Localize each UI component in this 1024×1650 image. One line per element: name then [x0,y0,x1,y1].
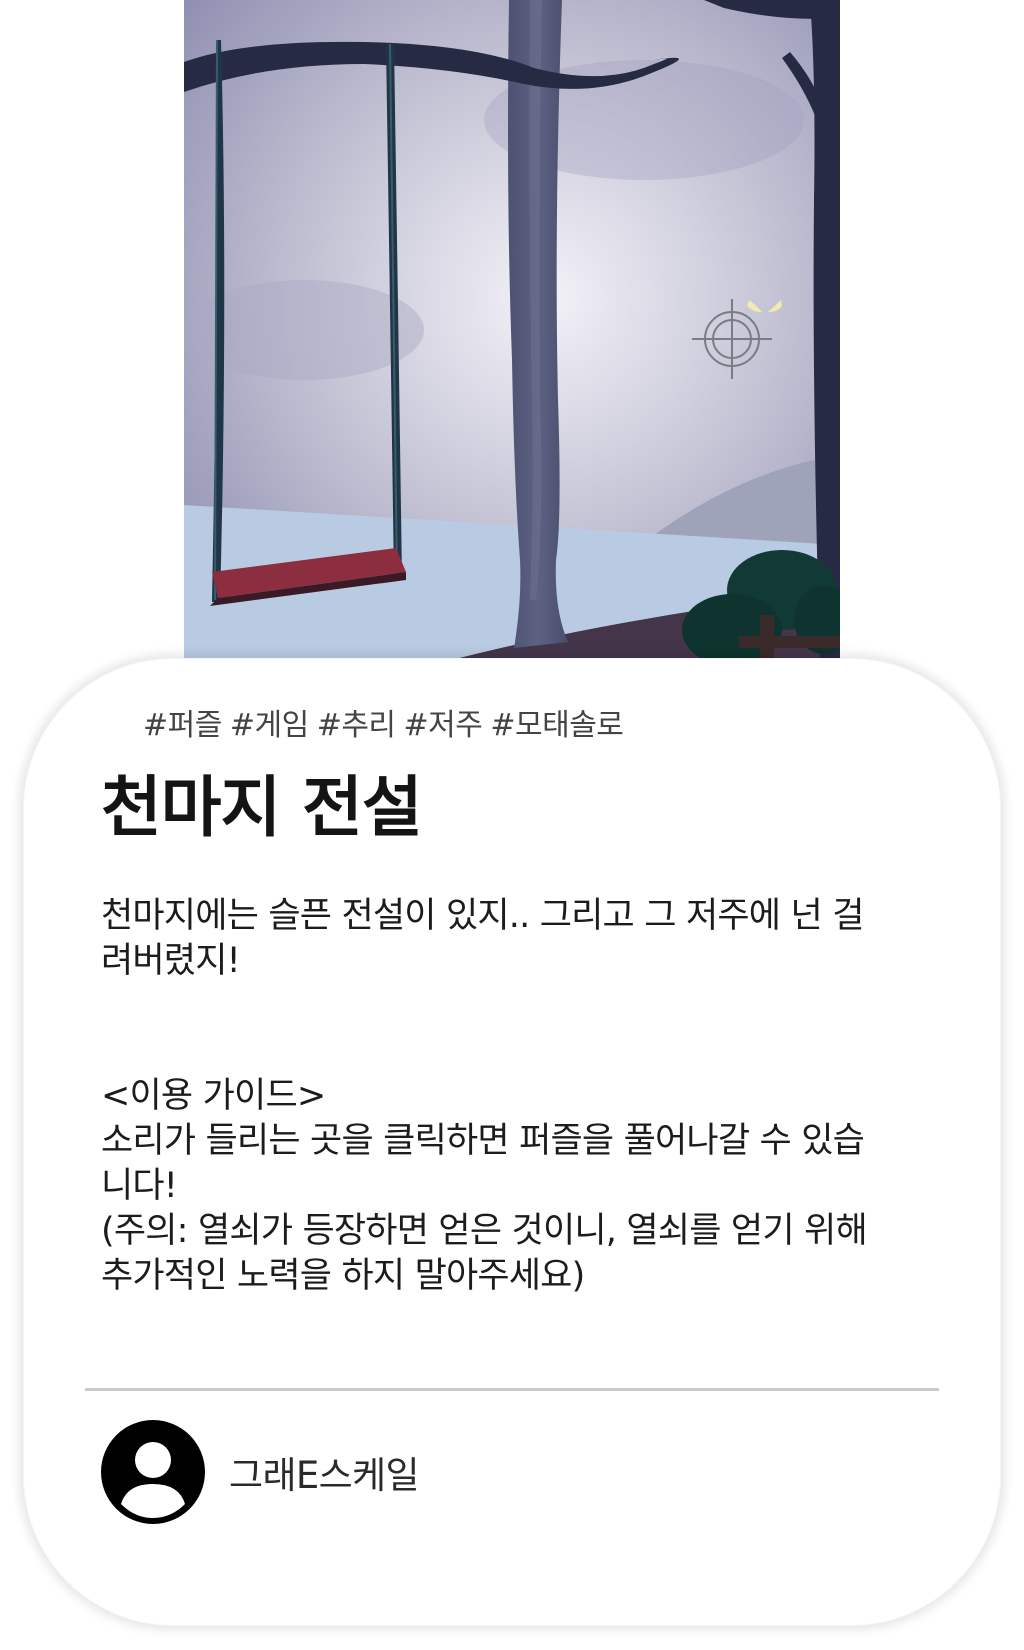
author-info[interactable]: 그래E스케일 [99,1418,420,1526]
guide-line: 소리가 들리는 곳을 클릭하면 퍼즐을 풀어나갈 수 있습니다! [101,1121,865,1206]
post-card: #퍼즐 #게임 #추리 #저주 #모태솔로 천마지 전설 천마지에는 슬픈 전설… [23,658,1001,1626]
tag[interactable]: #추리 [317,700,396,744]
tag[interactable]: #게임 [230,700,309,744]
guide-note: (주의: 열쇠가 등장하면 얻은 것이니, 열쇠를 얻기 위해 추가적인 노력을… [101,1211,868,1296]
divider [85,1388,939,1391]
tag[interactable]: #퍼즐 [143,700,222,744]
tag-list: #퍼즐 #게임 #추리 #저주 #모태솔로 [143,700,624,744]
tag[interactable]: #저주 [404,700,483,744]
author-name[interactable]: 그래E스케일 [229,1445,420,1499]
game-scene[interactable] [184,0,840,662]
user-avatar-icon[interactable] [99,1418,207,1526]
post-title: 천마지 전설 [101,769,423,846]
game-canvas[interactable] [184,0,840,662]
tag[interactable]: #모태솔로 [490,700,624,744]
post-description: 천마지에는 슬픈 전설이 있지.. 그리고 그 저주에 넌 걸려버렸지! [101,896,864,981]
page: #퍼즐 #게임 #추리 #저주 #모태솔로 천마지 전설 천마지에는 슬픈 전설… [0,0,1024,1650]
signpost-board [739,636,840,648]
usage-guide: <이용 가이드> 소리가 들리는 곳을 클릭하면 퍼즐을 풀어나갈 수 있습니다… [101,1074,891,1299]
guide-heading: <이용 가이드> [101,1076,326,1116]
